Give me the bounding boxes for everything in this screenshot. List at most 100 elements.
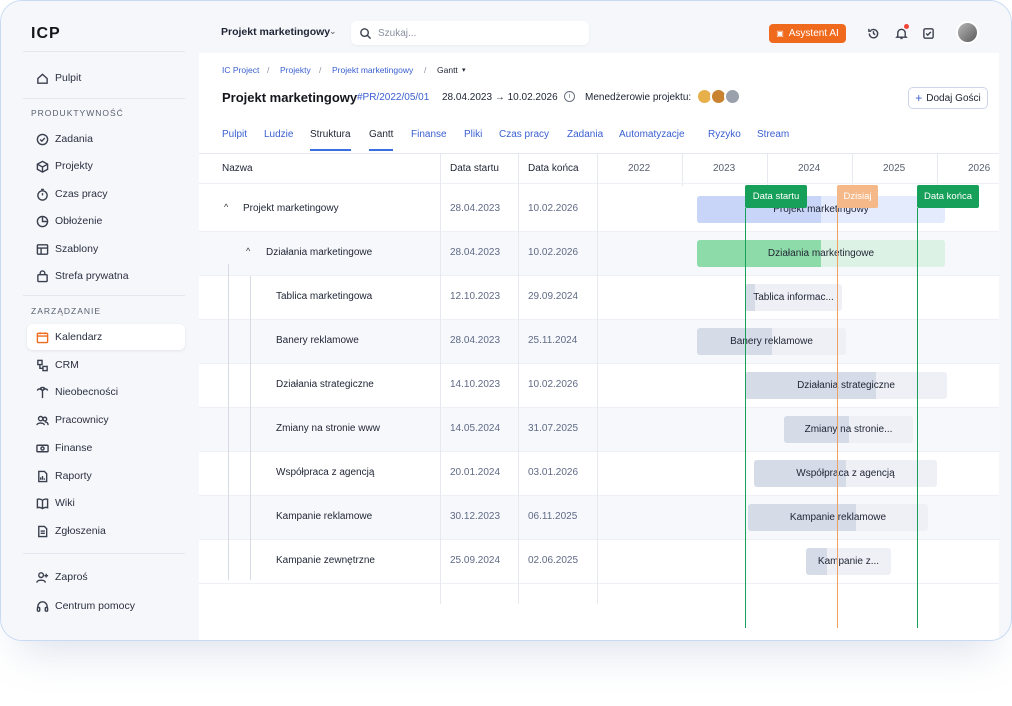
- tab-automatyzacje[interactable]: Automatyzacje: [619, 129, 685, 151]
- sidebar-item-zadania[interactable]: Zadania: [27, 126, 185, 152]
- collapse-chevron-icon[interactable]: ^: [246, 246, 250, 256]
- gantt-bar[interactable]: Działania marketingowe: [697, 240, 945, 267]
- sidebar-item-zgloszenia[interactable]: Zgłoszenia: [27, 518, 185, 544]
- sidebar-item-label: Nieobecności: [55, 386, 119, 398]
- sidebar-item-szablony[interactable]: Szablony: [27, 236, 185, 262]
- gantt-bar[interactable]: Kampanie z...: [806, 548, 891, 575]
- project-selector[interactable]: Projekt marketingowy: [221, 26, 330, 38]
- checkbox-task-icon[interactable]: [917, 22, 939, 44]
- tab-pulpit[interactable]: Pulpit: [222, 129, 247, 151]
- gantt-bar[interactable]: Banery reklamowe: [697, 328, 846, 355]
- add-guests-button[interactable]: + Dodaj Gości: [908, 87, 988, 109]
- breadcrumb-item[interactable]: Projekt marketingowy: [332, 65, 413, 75]
- row-end-date: 06.11.2025: [528, 511, 578, 522]
- manager-avatar[interactable]: [724, 88, 741, 105]
- ai-assistant-button[interactable]: ▣ Asystent AI: [769, 24, 846, 43]
- table-row[interactable]: Banery reklamowe 28.04.2023 25.11.2024 Bane…: [199, 320, 999, 364]
- sidebar: ICP Pulpit PRODUKTYWNOŚĆ Zadania Projekt…: [1, 1, 199, 640]
- row-end-date: 10.02.2026: [528, 247, 579, 258]
- collapse-chevron-icon[interactable]: ^: [224, 202, 228, 212]
- gantt-bar-label: Działania strategiczne: [797, 380, 895, 391]
- sidebar-item-pracownicy[interactable]: Pracownicy: [27, 407, 185, 433]
- tab-ludzie[interactable]: Ludzie: [264, 129, 293, 151]
- column-divider: [597, 154, 598, 604]
- breadcrumb-item[interactable]: Projekty: [280, 65, 311, 75]
- table-row[interactable]: Tablica marketingowa 12.10.2023 29.09.2024…: [199, 276, 999, 320]
- search-input[interactable]: Szukaj...: [351, 21, 589, 45]
- row-start-date: 28.04.2023: [450, 247, 501, 258]
- sidebar-item-label: Kalendarz: [55, 331, 103, 343]
- table-row[interactable]: Zmiany na stronie www 14.05.2024 31.07.202…: [199, 408, 999, 452]
- timeline-year: 2023: [713, 163, 736, 174]
- sidebar-item-oblozenie[interactable]: Obłożenie: [27, 208, 185, 234]
- tab-pliki[interactable]: Pliki: [464, 129, 482, 151]
- box-icon: [36, 160, 49, 173]
- sidebar-item-centrum-pomocy[interactable]: Centrum pomocy: [27, 593, 185, 619]
- user-avatar[interactable]: [956, 21, 979, 44]
- tree-line: [250, 276, 251, 580]
- layout-icon: [36, 243, 49, 256]
- year-gridline: [852, 154, 853, 186]
- sidebar-item-strefa-prywatna[interactable]: Strefa prywatna: [27, 263, 185, 289]
- sidebar-item-projekty[interactable]: Projekty: [27, 153, 185, 179]
- history-icon[interactable]: [862, 22, 884, 44]
- end-date-line: [917, 208, 918, 628]
- add-guests-label: Dodaj Gości: [926, 92, 981, 104]
- top-bar: Projekt marketingowy ⌄ Szukaj... ▣ Asyst…: [199, 1, 999, 53]
- bell-icon[interactable]: [890, 22, 912, 44]
- stopwatch-icon: [36, 188, 49, 201]
- sidebar-item-pulpit[interactable]: Pulpit: [27, 65, 185, 91]
- tab-finanse[interactable]: Finanse: [411, 129, 447, 151]
- chart-icon: [36, 215, 49, 228]
- row-name: Kampanie zewnętrzne: [276, 555, 375, 566]
- gantt-bar-label: Działania marketingowe: [767, 248, 875, 259]
- user-plus-icon: [36, 571, 49, 584]
- table-row[interactable]: Kampanie reklamowe 30.12.2023 06.11.2025 Ka…: [199, 496, 999, 540]
- robot-icon: ▣: [776, 29, 784, 38]
- table-row[interactable]: ^ Projekt marketingowy 28.04.2023 10.02.202…: [199, 188, 999, 232]
- sidebar-item-raporty[interactable]: Raporty: [27, 463, 185, 489]
- sidebar-item-czas-pracy[interactable]: Czas pracy: [27, 181, 185, 207]
- sidebar-item-label: Wiki: [55, 497, 75, 509]
- tab-czas-pracy[interactable]: Czas pracy: [499, 129, 549, 151]
- chevron-down-icon[interactable]: ⌄: [329, 26, 337, 37]
- tab-zadania[interactable]: Zadania: [567, 129, 603, 151]
- timeline-year: 2022: [628, 163, 651, 174]
- plus-icon: +: [915, 91, 923, 105]
- column-header-start[interactable]: Data startu: [450, 163, 499, 174]
- row-end-date: 02.06.2025: [528, 555, 579, 566]
- tab-gantt[interactable]: Gantt: [369, 129, 394, 151]
- tree-line: [228, 264, 229, 580]
- column-header-name[interactable]: Nazwa: [222, 163, 253, 174]
- palm-icon: [36, 386, 49, 399]
- info-icon[interactable]: i: [564, 91, 575, 102]
- row-start-date: 12.10.2023: [450, 291, 501, 302]
- gantt-bar[interactable]: Współpraca z agencją: [754, 460, 937, 487]
- tab-struktura[interactable]: Struktura: [310, 129, 351, 151]
- money-icon: [36, 442, 49, 455]
- gantt-bar[interactable]: Tablica informac...: [745, 284, 842, 311]
- tab-ryzyko[interactable]: Ryzyko: [708, 129, 741, 151]
- breadcrumb-current: Gantt: [437, 65, 458, 75]
- gantt-bar[interactable]: Kampanie reklamowe: [748, 504, 928, 531]
- table-row[interactable]: Współpraca z agencją 20.01.2024 03.01.2026…: [199, 452, 999, 496]
- start-date-marker: Data startu: [745, 185, 807, 208]
- chevron-down-icon[interactable]: ▾: [462, 66, 466, 74]
- sidebar-item-zapros[interactable]: Zaproś: [27, 564, 185, 590]
- table-row[interactable]: Kampanie zewnętrzne 25.09.2024 02.06.2025 K…: [199, 540, 999, 584]
- gantt-bar[interactable]: Projekt marketingowy: [697, 196, 945, 223]
- breadcrumb-item[interactable]: IC Project: [222, 65, 259, 75]
- sidebar-item-wiki[interactable]: Wiki: [27, 490, 185, 516]
- tab-stream[interactable]: Stream: [757, 129, 789, 151]
- sidebar-item-finanse[interactable]: Finanse: [27, 435, 185, 461]
- gantt-bar-label: Zmiany na stronie...: [804, 424, 893, 435]
- table-row[interactable]: Działania strategiczne 14.10.2023 10.02.20…: [199, 364, 999, 408]
- sidebar-item-nieobecnosci[interactable]: Nieobecności: [27, 379, 185, 405]
- sidebar-item-kalendarz[interactable]: Kalendarz: [27, 324, 185, 350]
- gantt-bar[interactable]: Zmiany na stronie...: [784, 416, 913, 443]
- table-row[interactable]: ^ Działania marketingowe 28.04.2023 10.02.2…: [199, 232, 999, 276]
- row-divider: [199, 583, 999, 584]
- sidebar-item-crm[interactable]: CRM: [27, 352, 185, 378]
- sidebar-divider: [23, 295, 185, 296]
- column-header-end[interactable]: Data końca: [528, 163, 579, 174]
